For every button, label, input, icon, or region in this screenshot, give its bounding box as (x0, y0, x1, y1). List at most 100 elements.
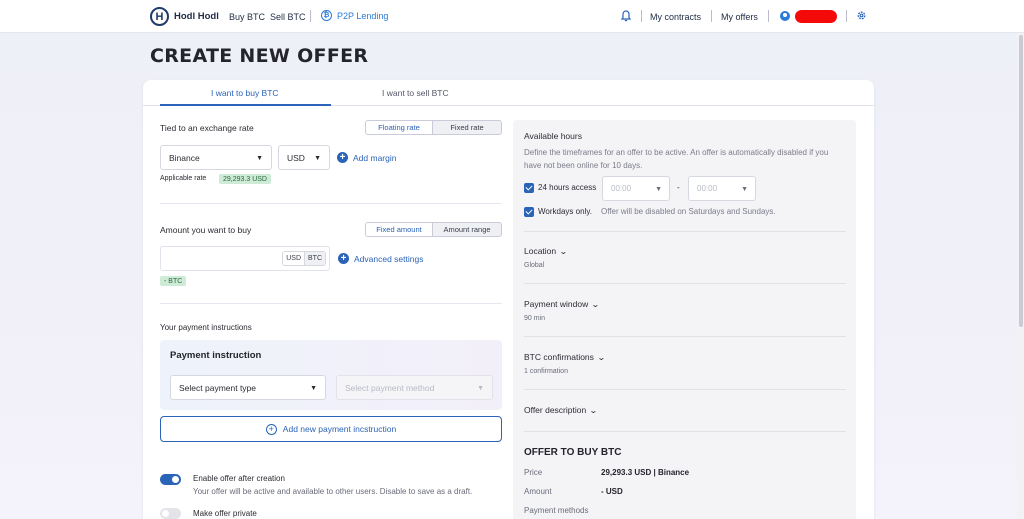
nav-divider (310, 10, 311, 22)
p2p-lending-icon: ₿ (321, 10, 332, 21)
btc-confirmations-section-toggle[interactable]: BTC confirmations ⌄ (524, 352, 606, 362)
applicable-rate-label: Applicable rate (160, 175, 207, 182)
tab-buy-btc[interactable]: I want to buy BTC (211, 88, 279, 98)
enable-offer-description: Your offer will be active and available … (193, 487, 473, 496)
workdays-label: Workdays only. (538, 207, 592, 216)
currency-value: USD (287, 152, 305, 163)
nav-divider (768, 10, 769, 22)
tab-sell-btc[interactable]: I want to sell BTC (382, 88, 449, 98)
payment-type-placeholder: Select payment type (179, 382, 257, 393)
plus-circle-icon: + (265, 423, 277, 435)
payment-instructions-label: Your payment instructions (160, 323, 252, 332)
offer-settings-panel: Available hours Define the timeframes fo… (513, 120, 856, 519)
time-from-value: 00:00 (611, 184, 632, 193)
active-tab-indicator (160, 104, 331, 106)
location-value: Global (524, 262, 545, 269)
amount-unit-toggle: USD BTC (282, 251, 326, 266)
exchange-value: Binance (169, 152, 200, 163)
top-navigation: H Hodl Hodl Buy BTC Sell BTC ₿ P2P Lendi… (0, 0, 1024, 33)
divider (524, 283, 846, 284)
currency-select[interactable]: USD ▼ (278, 145, 330, 170)
payment-window-value: 90 min (524, 315, 546, 322)
summary-price-value: 29,293.3 USD | Binance (601, 468, 690, 477)
summary-amount-label: Amount (524, 487, 552, 496)
hours-access-label: 24 hours access (538, 183, 597, 192)
summary-amount-value: - USD (601, 487, 623, 496)
exchange-select[interactable]: Binance ▼ (160, 145, 272, 170)
gear-icon[interactable] (856, 10, 867, 21)
divider (524, 231, 846, 232)
btc-amount-badge: - BTC (160, 276, 187, 286)
divider (160, 303, 502, 304)
payment-method-select[interactable]: Select payment method ▼ (336, 375, 493, 400)
workdays-checkbox[interactable] (524, 207, 534, 217)
floating-rate-option[interactable]: Floating rate (366, 121, 434, 134)
time-from-select[interactable]: 00:00 ▼ (602, 176, 670, 201)
enable-offer-toggle[interactable] (160, 474, 181, 485)
nav-divider (846, 10, 847, 22)
private-offer-toggle[interactable] (160, 508, 181, 519)
payment-window-section-toggle[interactable]: Payment window ⌄ (524, 299, 600, 309)
time-to-value: 00:00 (697, 184, 718, 193)
chevron-down-icon: ⌄ (589, 405, 598, 415)
hodlhodl-logo-icon: H (150, 7, 169, 26)
available-hours-title: Available hours (524, 131, 582, 141)
available-hours-description: Define the timeframes for an offer to be… (524, 148, 829, 170)
hours-access-checkbox[interactable] (524, 183, 534, 193)
payment-type-select[interactable]: Select payment type ▼ (170, 375, 326, 400)
page-title: CREATE NEW OFFER (150, 45, 369, 67)
divider (524, 389, 846, 390)
amount-label: Amount you want to buy (160, 225, 252, 235)
chevron-down-icon: ▼ (655, 186, 662, 193)
add-payment-instruction-button[interactable]: + Add new payment incstruction (160, 416, 502, 442)
nav-p2p-lending-label: P2P Lending (337, 10, 389, 21)
logo[interactable]: H Hodl Hodl (150, 7, 219, 26)
nav-my-offers[interactable]: My offers (721, 12, 758, 22)
nav-divider (711, 10, 712, 22)
chevron-down-icon: ▼ (310, 385, 317, 392)
amount-input[interactable]: USD BTC (160, 246, 330, 271)
advanced-settings-label: Advanced settings (354, 253, 424, 264)
fixed-amount-option[interactable]: Fixed amount (366, 223, 434, 236)
chevron-down-icon: ▼ (477, 385, 484, 392)
amount-mode-toggle: Fixed amount Amount range (365, 222, 502, 237)
payment-method-placeholder: Select payment method (345, 382, 435, 393)
divider (160, 203, 502, 204)
unit-usd-option[interactable]: USD (283, 252, 305, 265)
chevron-down-icon: ⌄ (596, 352, 606, 362)
rate-mode-toggle: Floating rate Fixed rate (365, 120, 502, 135)
chevron-down-icon: ▼ (314, 155, 321, 162)
divider (524, 431, 846, 432)
plus-circle-icon: + (337, 152, 348, 163)
unit-btc-option[interactable]: BTC (305, 252, 325, 265)
time-to-select[interactable]: 00:00 ▼ (688, 176, 756, 201)
btc-confirmations-title: BTC confirmations (524, 352, 594, 362)
page-scrollbar-thumb[interactable] (1019, 35, 1023, 327)
summary-price-label: Price (524, 468, 543, 477)
location-title: Location (524, 246, 557, 256)
offer-description-title: Offer description (524, 405, 587, 415)
nav-p2p-lending[interactable]: ₿ P2P Lending (321, 10, 388, 21)
nav-my-contracts[interactable]: My contracts (650, 12, 701, 22)
chevron-down-icon: ⌄ (591, 299, 600, 309)
applicable-rate-badge: 29,293.3 USD (219, 174, 271, 184)
amount-range-option[interactable]: Amount range (433, 223, 501, 236)
payment-instruction-title: Payment instruction (170, 350, 262, 361)
time-range-dash: - (677, 183, 680, 192)
add-margin-button[interactable]: + Add margin (337, 152, 396, 163)
user-avatar-icon[interactable] (780, 11, 790, 21)
nav-buy-btc[interactable]: Buy BTC (229, 12, 265, 22)
create-offer-card: I want to buy BTC I want to sell BTC Tie… (143, 80, 874, 519)
nav-sell-btc[interactable]: Sell BTC (270, 12, 306, 22)
advanced-settings-button[interactable]: + Advanced settings (338, 253, 423, 264)
username-redacted[interactable] (795, 10, 837, 23)
btc-confirmations-value: 1 confirmation (524, 368, 568, 375)
chevron-down-icon: ▼ (741, 186, 748, 193)
add-payment-instruction-label: Add new payment incstruction (282, 424, 397, 434)
fixed-rate-option[interactable]: Fixed rate (433, 121, 501, 134)
bell-icon[interactable] (621, 10, 631, 22)
offer-summary-title: OFFER TO BUY BTC (524, 447, 622, 458)
offer-description-section-toggle[interactable]: Offer description ⌄ (524, 405, 598, 415)
location-section-toggle[interactable]: Location ⌄ (524, 246, 568, 256)
offer-type-tabs: I want to buy BTC I want to sell BTC (143, 80, 874, 106)
